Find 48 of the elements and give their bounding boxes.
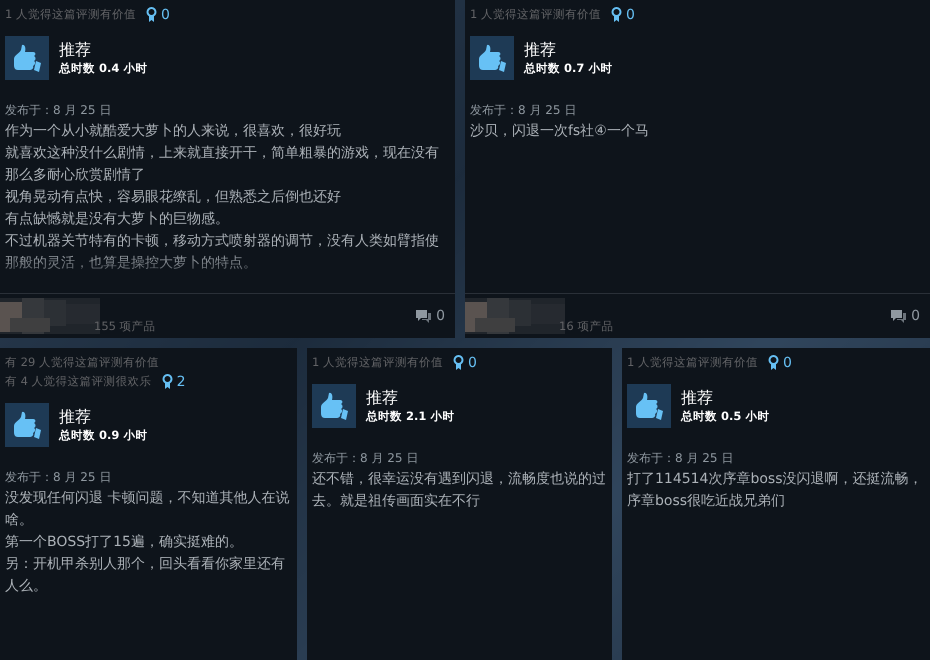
award-icon xyxy=(452,354,464,370)
award-count: 0 xyxy=(160,6,170,22)
award-icon xyxy=(610,6,622,22)
posted-date: 发布于：8 月 25 日 xyxy=(312,450,420,467)
verdict-title: 推荐 xyxy=(366,388,399,408)
review-paragraph: 作为一个从小就酷爱大萝卜的人来说，很喜欢，很好玩 xyxy=(5,122,342,141)
review-paragraph: 还不错，很幸运没有遇到闪退，流畅度也说的过去。就是祖传画面实在不行 xyxy=(312,470,607,511)
posted-date: 发布于：8 月 25 日 xyxy=(5,102,112,119)
posted-date: 发布于：8 月 25 日 xyxy=(627,450,734,467)
comment-icon xyxy=(890,308,908,324)
award-count: 0 xyxy=(468,354,477,370)
playtime-text: 总时数 0.7 小时 xyxy=(524,60,612,76)
helpful-count: 1 人觉得这篇评测有价值 xyxy=(627,354,758,371)
helpful-count: 有 4 人觉得这篇评测很欢乐 xyxy=(5,373,152,390)
verdict-title: 推荐 xyxy=(59,407,92,427)
verdict-title: 推荐 xyxy=(681,388,714,408)
award-count: 0 xyxy=(626,6,635,22)
award-count: 2 xyxy=(176,374,186,390)
playtime-text: 总时数 0.9 小时 xyxy=(59,427,148,443)
review-paragraph: 有点缺憾就是没有大萝卜的巨物感。 xyxy=(5,210,230,229)
comment-icon xyxy=(415,308,432,324)
verdict-title: 推荐 xyxy=(59,40,92,60)
review-paragraph: 就喜欢这种没什么剧情，上来就直接开干，简单粗暴的游戏，现在没有那么多耐心欣赏剧情了 xyxy=(5,144,440,185)
helpful-count: 1 人觉得这篇评测有价值 xyxy=(5,6,136,23)
playtime-text: 总时数 0.4 小时 xyxy=(59,60,148,76)
review-paragraph: 另：开机甲杀别人那个，回头看看你家里还有人么。 xyxy=(5,555,286,596)
product-count: 16 项产品 xyxy=(559,319,614,334)
playtime-text: 总时数 0.5 小时 xyxy=(681,408,770,424)
verdict-title: 推荐 xyxy=(524,40,557,60)
award-icon xyxy=(162,374,173,390)
comment-count: 0 xyxy=(436,308,445,324)
review-paragraph: 不过机器关节特有的卡顿，移动方式喷射器的调节，没有人类如臂指使那般的灵活，也算是操控大萝卜的特点。 xyxy=(5,232,440,273)
award-count: 0 xyxy=(782,354,792,370)
review-paragraph: 没发现任何闪退 卡顿问题，不知道其他人在说啥。 xyxy=(5,489,290,530)
review-paragraph: 视角晃动有点快，容易眼花缭乱，但熟悉之后倒也还好 xyxy=(5,188,342,207)
review-paragraph: 打了114514次序章boss没闪退啊，还挺流畅，序章boss很吃近战兄弟们 xyxy=(627,470,924,511)
award-icon xyxy=(768,354,779,370)
posted-date: 发布于：8 月 25 日 xyxy=(470,102,578,119)
helpful-count: 有 29 人觉得这篇评测有价值 xyxy=(5,354,159,371)
posted-date: 发布于：8 月 25 日 xyxy=(5,469,112,486)
award-icon xyxy=(146,6,157,22)
helpful-count: 1 人觉得这篇评测有价值 xyxy=(312,354,443,371)
review-paragraph: 第一个BOSS打了15遍，确实挺难的。 xyxy=(5,533,244,552)
review-paragraph: 沙贝，闪退一次fs社④一个马 xyxy=(470,122,650,141)
product-count: 155 项产品 xyxy=(94,319,156,334)
comment-count: 0 xyxy=(911,308,920,324)
playtime-text: 总时数 2.1 小时 xyxy=(366,408,454,424)
helpful-count: 1 人觉得这篇评测有价值 xyxy=(470,6,601,23)
